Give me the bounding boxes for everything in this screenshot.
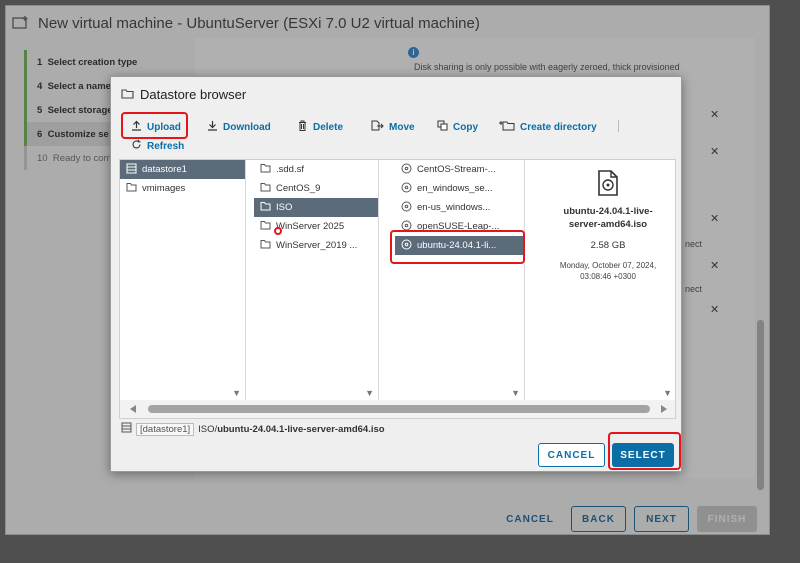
list-item-winserver-2025[interactable]: WinServer 2025 xyxy=(254,217,378,236)
list-item-sdd-sf[interactable]: .sdd.sf xyxy=(254,160,378,179)
disc-icon xyxy=(401,201,412,215)
file-details-pane: ubuntu-24.04.1-live- server-amd64.iso 2.… xyxy=(540,160,676,400)
list-item-en-us-windows[interactable]: en-us_windows... xyxy=(395,198,524,217)
move-button[interactable]: Move xyxy=(371,120,415,134)
refresh-button[interactable]: Refresh xyxy=(131,139,184,153)
list-item-en-windows-server[interactable]: en_windows_se... xyxy=(395,179,524,198)
filter-icon[interactable]: ▼ xyxy=(511,388,520,398)
path-text: ISO/ubuntu-24.04.1-live-server-amd64.iso xyxy=(198,423,385,435)
select-highlight xyxy=(608,432,681,470)
scroll-left-icon[interactable] xyxy=(130,405,136,413)
copy-button[interactable]: Copy xyxy=(437,120,478,134)
folder-icon xyxy=(260,201,271,214)
selected-path: [datastore1] ISO/ubuntu-24.04.1-live-ser… xyxy=(121,421,385,437)
ubuntu-iso-highlight xyxy=(390,230,525,264)
folder-icon xyxy=(126,182,137,195)
details-file-name: ubuntu-24.04.1-live- server-amd64.iso xyxy=(563,206,653,230)
list-item-winserver-2019[interactable]: WinServer_2019 ... xyxy=(254,236,378,255)
list-item-iso[interactable]: ISO xyxy=(254,198,378,217)
horizontal-scrollbar[interactable] xyxy=(120,400,675,418)
folder-column: .sdd.sf CentOS_9 ISO WinServer 2025 WinS… xyxy=(254,160,379,400)
toolbar-divider xyxy=(618,120,619,132)
cursor-marker xyxy=(274,227,282,235)
folder-icon xyxy=(260,239,271,252)
scrollbar-thumb[interactable] xyxy=(148,405,650,413)
filter-icon[interactable]: ▼ xyxy=(365,388,374,398)
delete-button[interactable]: Delete xyxy=(297,120,343,134)
list-item-vmimages[interactable]: vmimages xyxy=(120,179,245,198)
filter-icon[interactable]: ▼ xyxy=(663,388,672,398)
datastore-icon xyxy=(126,163,137,177)
dialog-title: Datastore browser xyxy=(140,87,247,102)
refresh-icon xyxy=(131,139,142,153)
datastore-browser-dialog: Datastore browser Upload Download Delete… xyxy=(110,76,682,472)
filter-icon[interactable]: ▼ xyxy=(232,388,241,398)
datastore-column: datastore1 vmimages ▼ xyxy=(120,160,246,400)
file-column: CentOS-Stream-... en_windows_se... en-us… xyxy=(395,160,525,400)
dialog-title-bar: Datastore browser xyxy=(121,87,246,102)
copy-icon xyxy=(437,120,448,134)
datastore-icon xyxy=(121,422,132,436)
list-item-datastore1[interactable]: datastore1 xyxy=(120,160,245,179)
disc-icon xyxy=(401,182,412,196)
cancel-button[interactable]: CANCEL xyxy=(538,443,605,467)
details-file-size: 2.58 GB xyxy=(590,240,626,251)
list-item-centos-stream[interactable]: CentOS-Stream-... xyxy=(395,160,524,179)
new-folder-icon xyxy=(499,120,515,134)
download-button[interactable]: Download xyxy=(207,120,271,134)
list-item-centos9[interactable]: CentOS_9 xyxy=(254,179,378,198)
folder-icon xyxy=(260,163,271,176)
path-datastore: [datastore1] xyxy=(136,422,195,436)
folder-icon xyxy=(121,87,134,102)
download-icon xyxy=(207,120,218,134)
folder-icon xyxy=(260,182,271,195)
folder-icon xyxy=(260,220,271,233)
disc-icon xyxy=(401,163,412,177)
iso-file-icon xyxy=(540,170,676,201)
move-icon xyxy=(371,120,384,134)
datastore-file-browser: datastore1 vmimages ▼ .sdd.sf CentOS_9 I… xyxy=(119,159,676,419)
scroll-right-icon[interactable] xyxy=(661,405,667,413)
datastore-toolbar: Upload Download Delete Move Copy Create … xyxy=(121,117,671,157)
trash-icon xyxy=(297,120,308,134)
upload-highlight xyxy=(121,112,188,139)
create-directory-button[interactable]: Create directory xyxy=(499,120,597,134)
details-modified-date: Monday, October 07, 2024, 03:08:46 +0300 xyxy=(559,261,657,281)
